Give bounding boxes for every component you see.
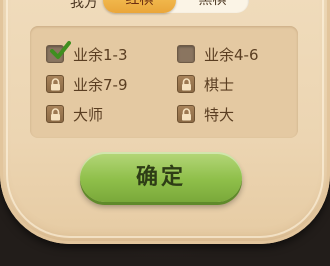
level-option-master[interactable]: 大师 [46, 104, 103, 124]
locked-checkbox[interactable] [177, 75, 195, 93]
level-label: 业余1-3 [73, 45, 128, 64]
locked-checkbox[interactable] [177, 105, 195, 123]
level-label: 业余4-6 [204, 45, 259, 64]
black-side-option[interactable]: 黑棋 [176, 0, 249, 13]
difficulty-dialog: 我方 红棋 黑棋 业余1-3 业余4-6 业余7-9 棋士 大师 特大 确定 [0, 0, 330, 244]
level-option-amateur-1-3[interactable]: 业余1-3 [46, 41, 128, 64]
checkmark-icon [50, 41, 71, 59]
locked-checkbox[interactable] [46, 105, 64, 123]
lock-icon [51, 108, 60, 121]
lock-icon [51, 78, 60, 91]
lock-icon [182, 108, 191, 121]
level-label: 大师 [73, 105, 104, 124]
lock-icon [182, 78, 191, 91]
side-label: 我方 [70, 0, 98, 11]
level-panel: 业余1-3 业余4-6 业余7-9 棋士 大师 特大 [30, 26, 298, 138]
level-option-amateur-4-6[interactable]: 业余4-6 [177, 44, 259, 64]
level-label: 特大 [204, 105, 235, 124]
level-option-master-player[interactable]: 棋士 [177, 74, 234, 94]
level-option-amateur-7-9[interactable]: 业余7-9 [46, 74, 128, 94]
locked-checkbox[interactable] [46, 75, 64, 93]
checkbox[interactable] [177, 45, 195, 63]
level-option-grandmaster[interactable]: 特大 [177, 104, 234, 124]
confirm-button[interactable]: 确定 [80, 152, 242, 202]
red-side-option[interactable]: 红棋 [103, 0, 176, 13]
level-label: 棋士 [204, 75, 235, 94]
level-label: 业余7-9 [73, 75, 128, 94]
checkbox[interactable] [46, 41, 71, 63]
game-screen: 我方 红棋 黑棋 业余1-3 业余4-6 业余7-9 棋士 大师 特大 确定 [0, 0, 330, 266]
side-toggle: 红棋 黑棋 [103, 0, 249, 13]
